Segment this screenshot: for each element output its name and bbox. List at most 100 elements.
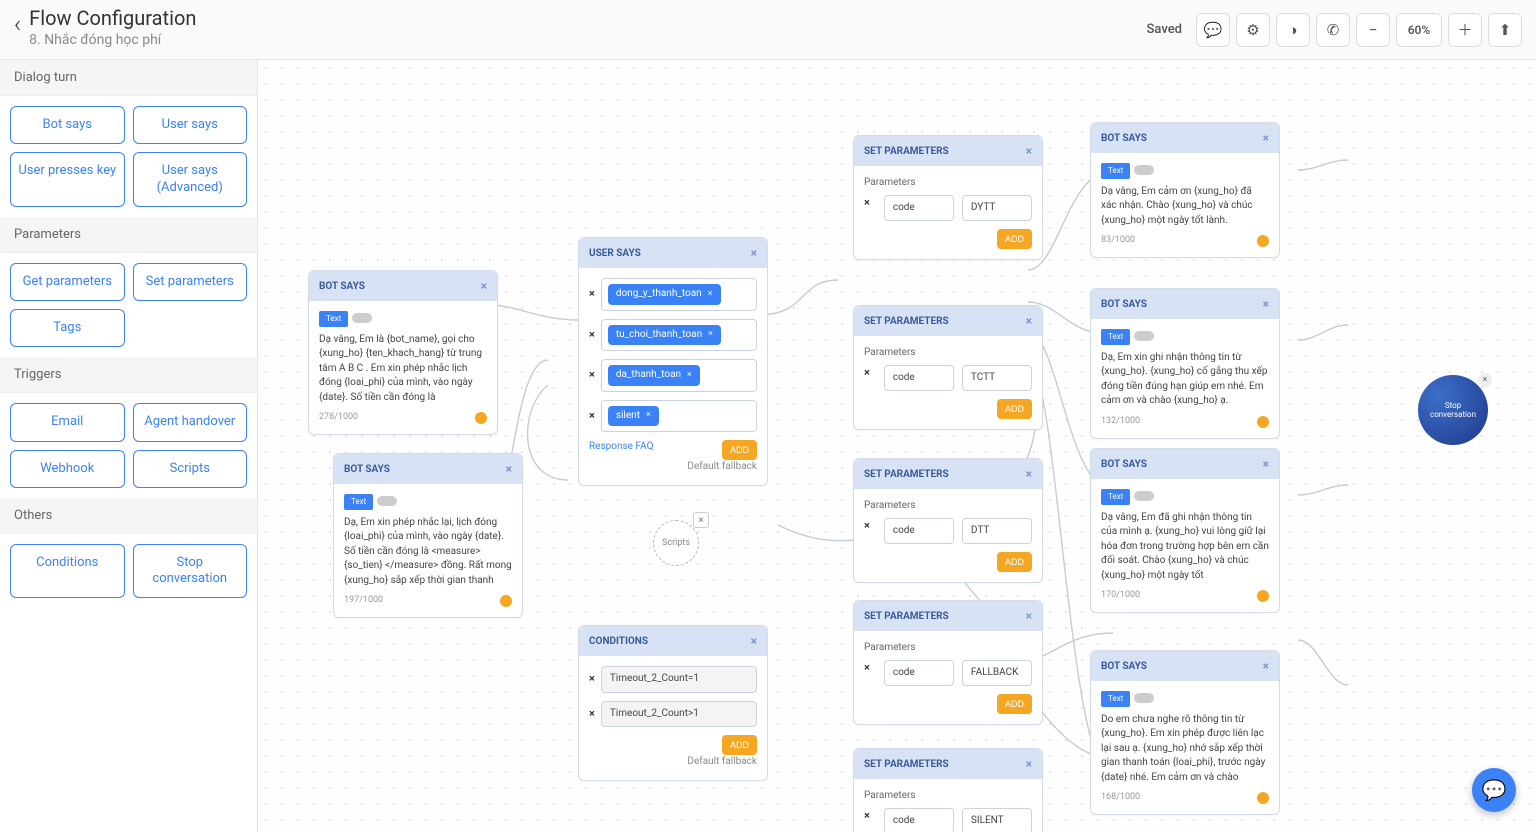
remove-icon[interactable]: × xyxy=(589,327,595,343)
remove-icon[interactable]: × xyxy=(864,195,870,222)
intent-pill[interactable]: da_thanh_toan× xyxy=(608,365,700,386)
zoom-in-icon[interactable]: ＋ xyxy=(1448,13,1482,47)
intent-pill[interactable]: silent× xyxy=(608,406,659,427)
palette-stop-conversation[interactable]: Stop conversation xyxy=(133,544,248,599)
param-value[interactable]: FALLBACK xyxy=(962,660,1032,687)
param-value[interactable]: SILENT xyxy=(962,808,1032,832)
param-key[interactable]: code xyxy=(884,660,954,687)
param-key[interactable]: code xyxy=(884,808,954,832)
add-button[interactable]: ADD xyxy=(997,694,1032,714)
close-icon[interactable]: × xyxy=(751,634,757,648)
remove-pill-icon[interactable]: × xyxy=(708,288,713,301)
remove-icon[interactable]: × xyxy=(864,518,870,545)
remove-icon[interactable]: × xyxy=(864,365,870,392)
param-value[interactable]: TCTT xyxy=(962,365,1032,392)
bot-text: Dạ vâng, Em là {bot_name}, gọi cho {xung… xyxy=(319,333,487,406)
remove-pill-icon[interactable]: × xyxy=(687,369,692,382)
toggle[interactable] xyxy=(377,496,397,506)
toggle[interactable] xyxy=(1134,165,1154,175)
node-bot-says-r3[interactable]: BOT SAYS× Text Dạ vâng, Em đã ghi nhận t… xyxy=(1090,448,1280,613)
remove-icon[interactable]: × xyxy=(589,706,595,722)
param-key[interactable]: code xyxy=(884,365,954,392)
palette-get-parameters[interactable]: Get parameters xyxy=(10,263,125,301)
toggle[interactable] xyxy=(1134,331,1154,341)
toggle[interactable] xyxy=(1134,491,1154,501)
close-icon[interactable]: × xyxy=(1026,757,1032,771)
close-icon[interactable]: × xyxy=(506,462,512,476)
upload-icon[interactable]: ⬆ xyxy=(1488,13,1522,47)
node-scripts[interactable]: Scripts xyxy=(653,520,699,566)
canvas[interactable]: BOT SAYS× Text Dạ vâng, Em là {bot_name}… xyxy=(258,60,1536,832)
close-icon[interactable]: × xyxy=(1478,373,1492,387)
gear-chat-icon[interactable]: ⚙ xyxy=(1236,13,1270,47)
intent-pill[interactable]: tu_choi_thanh_toan× xyxy=(608,325,721,346)
intent-pill[interactable]: dong_y_thanh_toan× xyxy=(608,284,721,305)
close-icon[interactable]: × xyxy=(1026,609,1032,623)
palette-tags[interactable]: Tags xyxy=(10,309,125,347)
close-icon[interactable]: × xyxy=(1026,467,1032,481)
add-button[interactable]: ADD xyxy=(722,440,757,460)
close-icon[interactable]: × xyxy=(1263,131,1269,145)
remove-icon[interactable]: × xyxy=(589,367,595,383)
remove-icon[interactable]: × xyxy=(589,286,595,302)
response-faq-link[interactable]: Response FAQ xyxy=(589,441,653,452)
node-bot-says-r4[interactable]: BOT SAYS× Text Do em chưa nghe rõ thông … xyxy=(1090,650,1280,815)
add-button[interactable]: ADD xyxy=(997,399,1032,419)
bot-text: Dạ vâng, Em đã ghi nhận thông tin của mì… xyxy=(1101,511,1269,584)
close-icon[interactable]: × xyxy=(1263,457,1269,471)
palette-conditions[interactable]: Conditions xyxy=(10,544,125,599)
param-value[interactable]: DYTT xyxy=(962,195,1032,222)
scripts-close-icon[interactable]: × xyxy=(693,512,709,528)
palette-webhook[interactable]: Webhook xyxy=(10,450,125,488)
node-set-params-tctt[interactable]: SET PARAMETERS× Parameters ×codeTCTT ADD xyxy=(853,305,1043,430)
palette-agent-handover[interactable]: Agent handover xyxy=(133,403,248,441)
node-stop-conversation[interactable]: Stop conversation × xyxy=(1418,375,1488,445)
condition-input[interactable]: Timeout_2_Count=1 xyxy=(601,666,757,693)
node-set-params-fallback[interactable]: SET PARAMETERS× Parameters ×codeFALLBACK… xyxy=(853,600,1043,725)
node-bot-says-r2[interactable]: BOT SAYS× Text Dạ, Em xin ghi nhận thông… xyxy=(1090,288,1280,439)
node-user-says[interactable]: USER SAYS× ×dong_y_thanh_toan× ×tu_choi_… xyxy=(578,237,768,486)
palette-user-says-advanced[interactable]: User says (Advanced) xyxy=(133,152,248,207)
phone-icon[interactable]: ✆ xyxy=(1316,13,1350,47)
close-icon[interactable]: × xyxy=(1263,659,1269,673)
chat-plus-icon[interactable]: 💬 xyxy=(1196,13,1230,47)
palette-user-says[interactable]: User says xyxy=(133,106,248,144)
char-count: 83/1000 xyxy=(1101,234,1269,247)
zoom-out-icon[interactable]: − xyxy=(1356,13,1390,47)
close-icon[interactable]: × xyxy=(1026,314,1032,328)
param-key[interactable]: code xyxy=(884,195,954,222)
node-set-params-dytt[interactable]: SET PARAMETERS× Parameters ×codeDYTT ADD xyxy=(853,135,1043,260)
toggle[interactable] xyxy=(1134,693,1154,703)
param-value[interactable]: DTT xyxy=(962,518,1032,545)
close-icon[interactable]: × xyxy=(481,279,487,293)
remove-pill-icon[interactable]: × xyxy=(708,328,713,341)
param-key[interactable]: code xyxy=(884,518,954,545)
close-icon[interactable]: × xyxy=(751,246,757,260)
condition-input[interactable]: Timeout_2_Count>1 xyxy=(601,701,757,728)
node-set-params-silent[interactable]: SET PARAMETERS× Parameters ×codeSILENT xyxy=(853,748,1043,832)
palette-scripts[interactable]: Scripts xyxy=(133,450,248,488)
remove-icon[interactable]: × xyxy=(864,660,870,687)
palette-bot-says[interactable]: Bot says xyxy=(10,106,125,144)
remove-icon[interactable]: × xyxy=(589,671,595,687)
remove-pill-icon[interactable]: × xyxy=(646,409,651,422)
add-button[interactable]: ADD xyxy=(722,735,757,755)
node-bot-says-r1[interactable]: BOT SAYS× Text Dạ vâng, Em cảm ơn {xung_… xyxy=(1090,122,1280,258)
palette-email[interactable]: Email xyxy=(10,403,125,441)
add-button[interactable]: ADD xyxy=(997,229,1032,249)
remove-icon[interactable]: × xyxy=(864,808,870,832)
node-set-params-dtt[interactable]: SET PARAMETERS× Parameters ×codeDTT ADD xyxy=(853,458,1043,583)
node-bot-says-intro[interactable]: BOT SAYS× Text Dạ vâng, Em là {bot_name}… xyxy=(308,270,498,435)
toggle[interactable] xyxy=(352,313,372,323)
brain-icon[interactable]: ◑ xyxy=(1276,13,1310,47)
palette-user-presses-key[interactable]: User presses key xyxy=(10,152,125,207)
node-bot-says-reminder[interactable]: BOT SAYS× Text Dạ, Em xin phép nhắc lại,… xyxy=(333,453,523,618)
add-button[interactable]: ADD xyxy=(997,552,1032,572)
close-icon[interactable]: × xyxy=(1026,144,1032,158)
back-icon[interactable]: ‹ xyxy=(14,10,21,38)
close-icon[interactable]: × xyxy=(1263,297,1269,311)
palette-set-parameters[interactable]: Set parameters xyxy=(133,263,248,301)
help-chat-icon[interactable]: 💬 xyxy=(1472,768,1516,812)
remove-icon[interactable]: × xyxy=(589,408,595,424)
node-conditions[interactable]: CONDITIONS× ×Timeout_2_Count=1 ×Timeout_… xyxy=(578,625,768,781)
